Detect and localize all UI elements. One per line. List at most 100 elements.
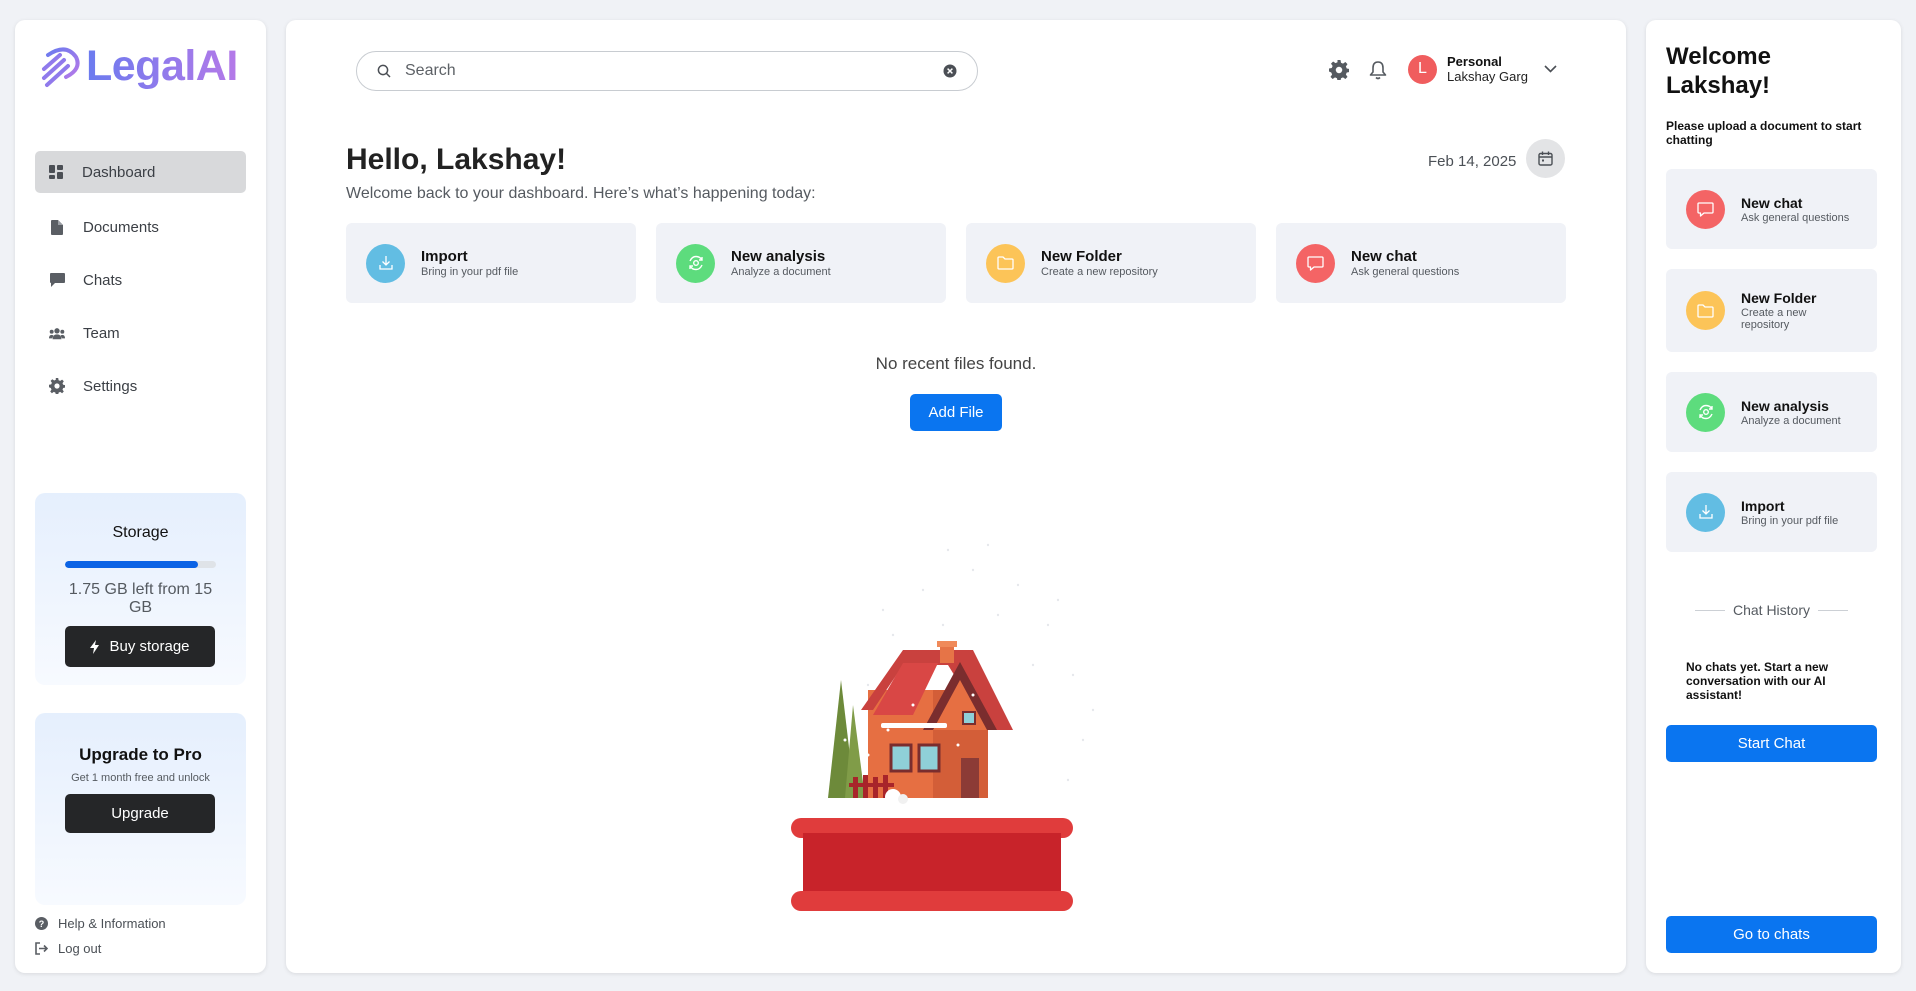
sidebar-nav: Dashboard Documents Chats Team Settings xyxy=(35,151,246,418)
action-subtitle: Ask general questions xyxy=(1351,266,1460,278)
chat-icon xyxy=(49,272,65,288)
search-icon xyxy=(377,64,391,78)
folder-icon-circle xyxy=(986,243,1025,283)
avatar: L xyxy=(1408,54,1437,84)
new-analysis-action[interactable]: New analysis Analyze a document xyxy=(656,223,946,303)
main-content: L Personal Lakshay Garg Hello, Lakshay! … xyxy=(286,20,1626,973)
analysis-icon-circle xyxy=(1686,392,1725,432)
sidebar-item-label: Chats xyxy=(83,271,123,289)
card-text: Import Bring in your pdf file xyxy=(1741,498,1838,527)
chat-icon xyxy=(1307,255,1324,271)
buy-storage-button[interactable]: Buy storage xyxy=(65,626,215,667)
page-subtitle: Welcome back to your dashboard. Here’s w… xyxy=(346,185,816,202)
sidebar-item-settings[interactable]: Settings xyxy=(35,365,246,407)
sidebar-footer: ? Help & Information Log out xyxy=(35,911,166,961)
analysis-icon-circle xyxy=(676,243,715,283)
help-icon: ? xyxy=(35,917,48,930)
start-chat-button[interactable]: Start Chat xyxy=(1666,725,1877,762)
sidebar-item-team[interactable]: Team xyxy=(35,312,246,354)
chat-action-text: New chat Ask general questions xyxy=(1351,248,1459,278)
folder-icon-circle xyxy=(1686,291,1725,330)
storage-progress-fill xyxy=(65,561,199,568)
logo[interactable]: LegalAI xyxy=(40,42,238,91)
buy-storage-label: Buy storage xyxy=(109,638,190,655)
sidebar-item-label: Dashboard xyxy=(82,163,156,181)
search-input[interactable] xyxy=(405,62,925,80)
import-action[interactable]: Import Bring in your pdf file xyxy=(346,223,636,303)
page-title: Hello, Lakshay! xyxy=(346,143,567,176)
svg-text:?: ? xyxy=(39,919,45,929)
action-title: New analysis xyxy=(731,248,826,265)
welcome-title: Welcome Lakshay! xyxy=(1666,43,1771,99)
analysis-icon xyxy=(687,254,705,272)
new-folder-card[interactable]: New Folder Create a new repository xyxy=(1666,269,1877,352)
analysis-action-text: New analysis Analyze a document xyxy=(731,248,831,278)
download-icon xyxy=(1698,504,1714,520)
chat-icon xyxy=(1697,201,1714,217)
card-text: New analysis Analyze a document xyxy=(1741,398,1841,427)
card-title: Import xyxy=(1741,497,1785,514)
dashboard-icon xyxy=(48,164,64,180)
card-title: New chat xyxy=(1741,194,1803,211)
account-type: Personal xyxy=(1447,54,1502,69)
analysis-icon xyxy=(1697,403,1715,421)
calendar-button[interactable] xyxy=(1526,139,1565,178)
folder-icon xyxy=(997,256,1014,270)
sidebar-item-label: Team xyxy=(83,324,120,342)
action-subtitle: Create a new repository xyxy=(1041,266,1158,278)
action-title: New Folder xyxy=(1041,248,1122,265)
calendar-icon xyxy=(1538,151,1553,166)
logo-icon xyxy=(42,47,80,87)
go-to-chats-button[interactable]: Go to chats xyxy=(1666,916,1877,953)
import-action-text: Import Bring in your pdf file xyxy=(421,248,518,278)
sidebar-item-documents[interactable]: Documents xyxy=(35,206,246,248)
bell-icon[interactable] xyxy=(1369,60,1387,85)
card-text: New Folder Create a new repository xyxy=(1741,290,1831,331)
app-name: LegalAI xyxy=(86,42,238,90)
logout-link[interactable]: Log out xyxy=(35,936,166,961)
user-menu[interactable]: L Personal Lakshay Garg xyxy=(1408,54,1557,84)
search-bar[interactable] xyxy=(356,51,978,91)
upload-note: Please upload a document to start chatti… xyxy=(1666,119,1862,147)
new-folder-action[interactable]: New Folder Create a new repository xyxy=(966,223,1256,303)
storage-text: 1.75 GB left from 15 GB xyxy=(68,581,213,616)
user-name: Lakshay Garg xyxy=(1447,69,1528,84)
user-info: Personal Lakshay Garg xyxy=(1447,54,1528,84)
empty-state-text: No recent files found. xyxy=(875,354,1037,373)
upgrade-button[interactable]: Upgrade xyxy=(65,794,215,833)
action-subtitle: Analyze a document xyxy=(731,266,831,278)
sidebar-item-label: Settings xyxy=(83,377,138,395)
chevron-down-icon[interactable] xyxy=(1544,65,1557,73)
divider-line xyxy=(1694,609,1725,611)
chat-icon-circle xyxy=(1296,243,1335,283)
upgrade-subtitle: Get 1 month free and unlock xyxy=(71,772,210,784)
sidebar-item-chats[interactable]: Chats xyxy=(35,259,246,301)
add-file-button[interactable]: Add File xyxy=(910,394,1002,431)
sidebar-item-dashboard[interactable]: Dashboard xyxy=(35,151,246,193)
upgrade-title: Upgrade to Pro xyxy=(79,745,202,764)
storage-title: Storage xyxy=(112,524,169,541)
current-date: Feb 14, 2025 xyxy=(1428,153,1517,170)
sidebar: LegalAI Dashboard Documents Chats Team S… xyxy=(15,20,266,973)
download-icon xyxy=(378,255,394,271)
new-chat-card[interactable]: New chat Ask general questions xyxy=(1666,169,1877,249)
card-subtitle: Bring in your pdf file xyxy=(1741,514,1839,527)
document-icon xyxy=(49,219,65,235)
new-analysis-card[interactable]: New analysis Analyze a document xyxy=(1666,372,1877,452)
clear-search-icon[interactable] xyxy=(943,64,957,83)
logout-label: Log out xyxy=(58,941,102,956)
gear-icon[interactable] xyxy=(1329,60,1350,85)
new-chat-action[interactable]: New chat Ask general questions xyxy=(1276,223,1566,303)
storage-progress-bar xyxy=(65,561,216,568)
gear-icon xyxy=(49,378,65,394)
chat-panel: Welcome Lakshay! Please upload a documen… xyxy=(1646,20,1901,973)
card-subtitle: Ask general questions xyxy=(1741,211,1850,224)
sidebar-item-label: Documents xyxy=(83,218,159,236)
chat-icon-circle xyxy=(1686,189,1725,229)
help-label: Help & Information xyxy=(58,916,166,931)
help-link[interactable]: ? Help & Information xyxy=(35,911,166,936)
card-subtitle: Create a new repository xyxy=(1741,307,1807,331)
import-card[interactable]: Import Bring in your pdf file xyxy=(1666,472,1877,552)
chat-history-divider: Chat History xyxy=(1666,602,1877,618)
upgrade-card: Upgrade to Pro Get 1 month free and unlo… xyxy=(35,713,246,905)
